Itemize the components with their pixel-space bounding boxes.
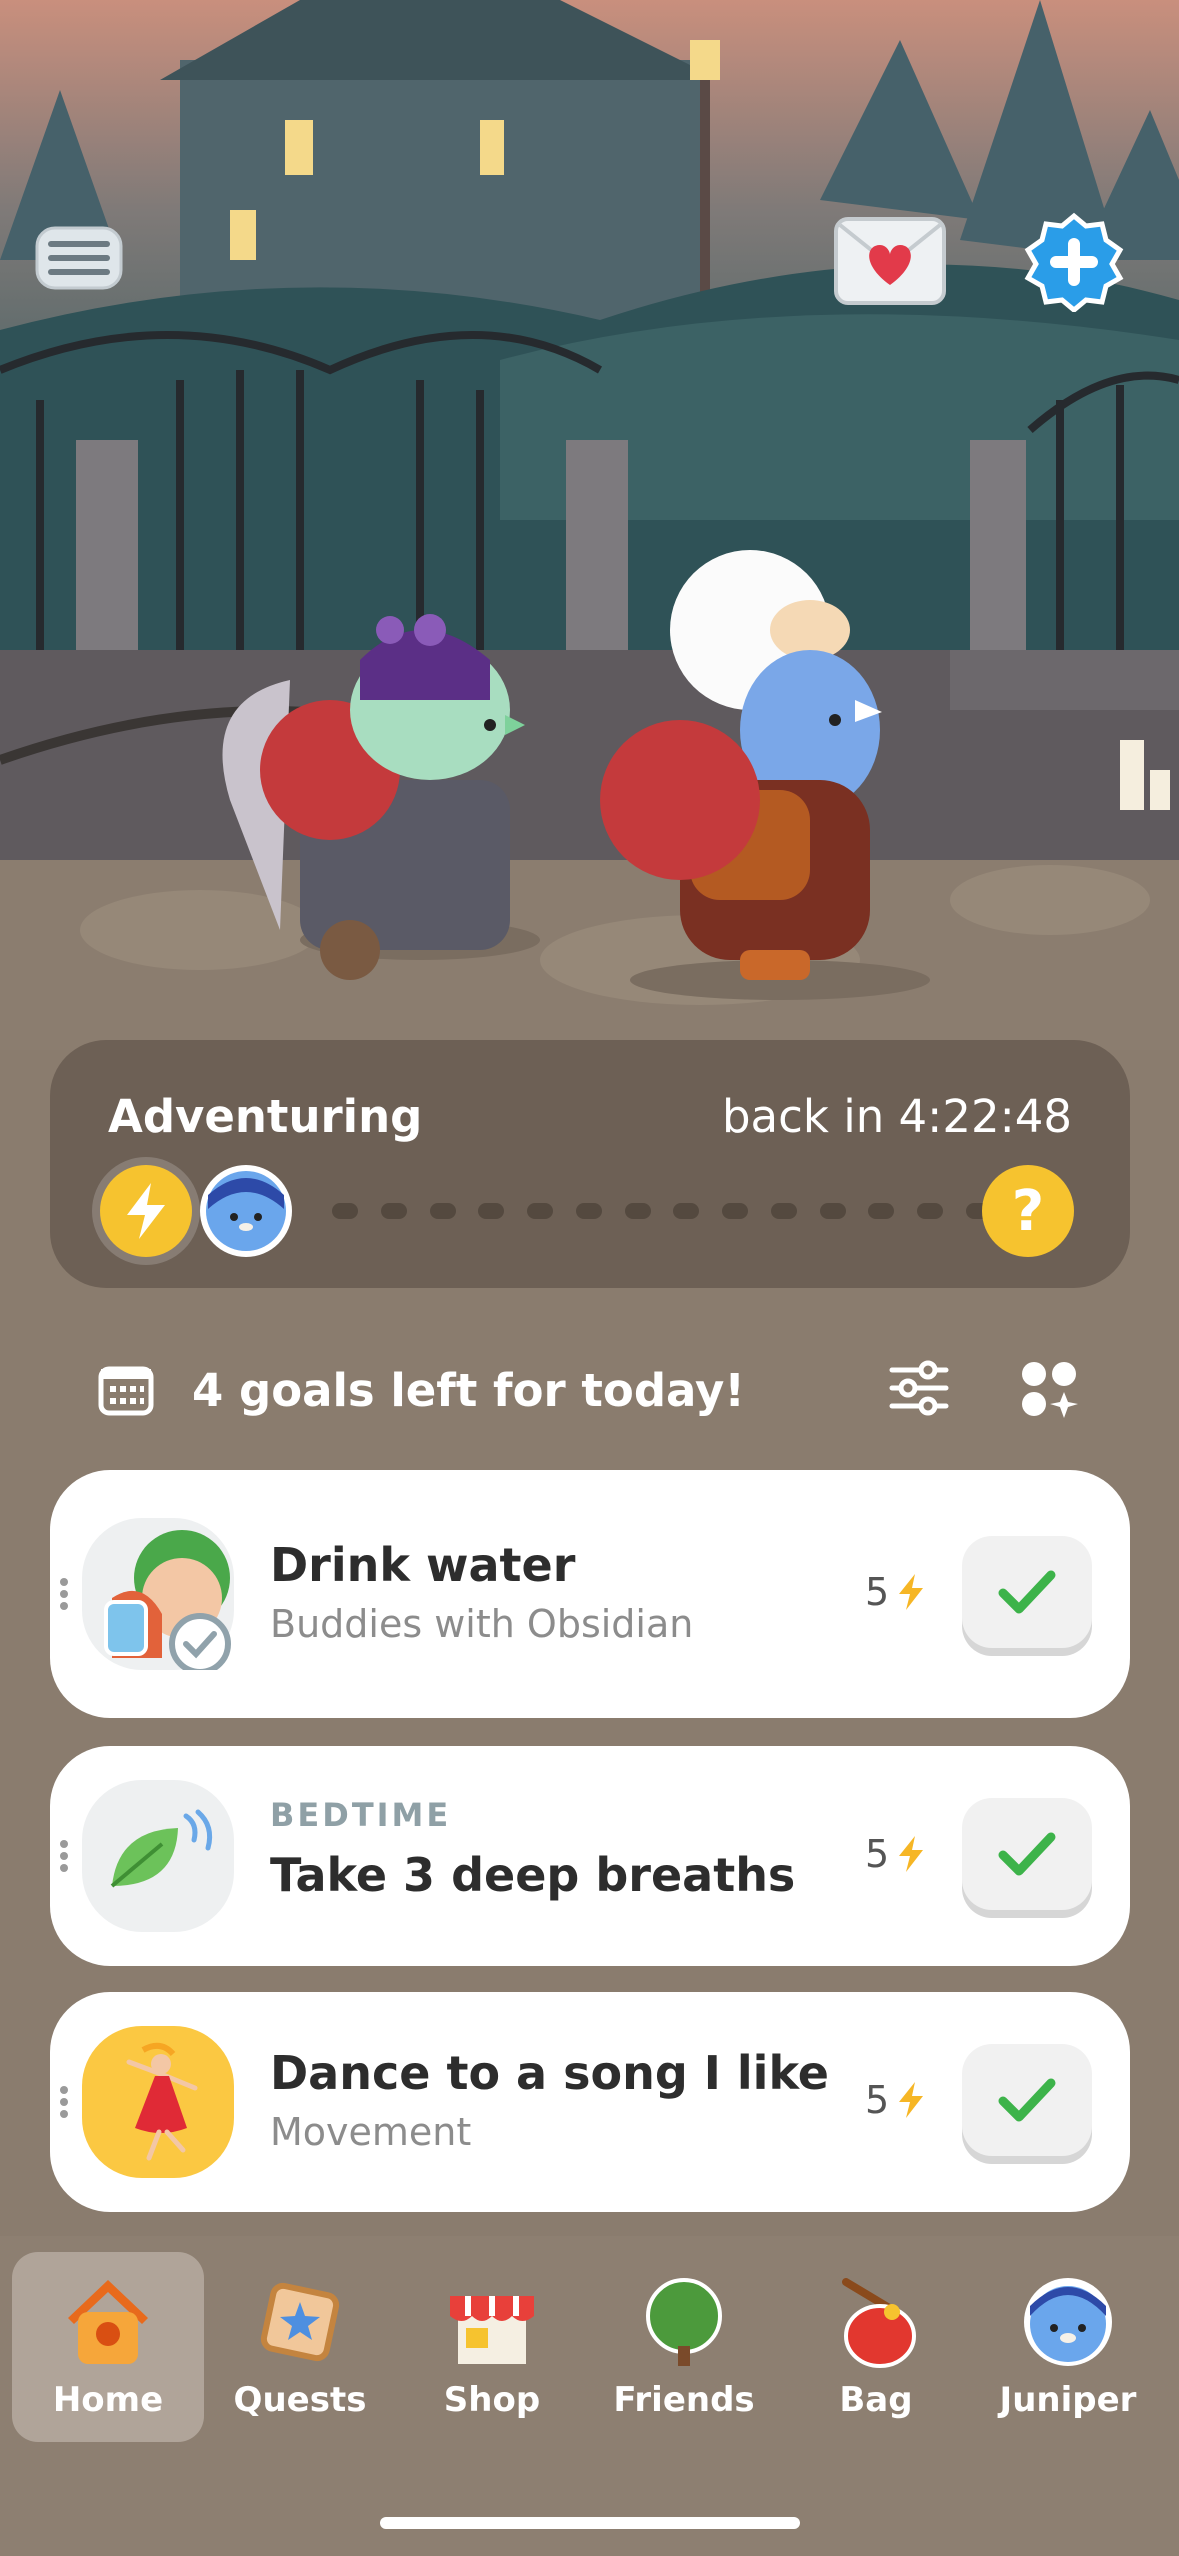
drag-handle[interactable] [60, 1574, 68, 1614]
add-widget-icon[interactable] [1020, 1360, 1078, 1418]
task-points: 5 [865, 1832, 925, 1876]
goals-summary-bar: 4 goals left for today! [0, 1340, 1179, 1440]
checkmark-icon [998, 2078, 1056, 2122]
task-subtitle: Buddies with Obsidian [270, 1602, 694, 1646]
task-title: Dance to a song I like [270, 2046, 830, 2100]
juniper-avatar-icon [1013, 2272, 1123, 2372]
plus-badge-icon [1024, 212, 1124, 312]
task-category: BEDTIME [270, 1796, 452, 1834]
tree-icon [629, 2272, 739, 2372]
checkmark-icon [998, 1832, 1056, 1876]
adventure-timer: back in 4:22:48 [721, 1090, 1072, 1143]
bag-icon [821, 2272, 931, 2372]
complete-task-button[interactable] [962, 2044, 1092, 2156]
hero-scene [0, 0, 1179, 1050]
bottom-tab-bar: Home Quests Shop Friends Bag Juniper [0, 2236, 1179, 2556]
task-title: Drink water [270, 1538, 576, 1592]
dancer-icon [82, 2026, 234, 2178]
lightning-icon [899, 2082, 924, 2118]
garden-gate-illustration [0, 0, 1179, 1050]
adventure-status-panel[interactable]: Adventuring back in 4:22:48 ? [50, 1040, 1130, 1288]
sliders-icon[interactable] [888, 1360, 950, 1416]
task-card[interactable]: Drink water Buddies with Obsidian 5 [50, 1470, 1130, 1718]
tab-bag[interactable]: Bag [780, 2252, 972, 2442]
home-indicator[interactable] [380, 2517, 800, 2529]
tab-label: Shop [443, 2380, 541, 2420]
complete-task-button[interactable] [962, 1536, 1092, 1648]
hamburger-icon [35, 226, 123, 290]
add-friend-button[interactable] [1024, 212, 1124, 312]
water-glass-buddy-icon [82, 1518, 234, 1670]
checkmark-icon [998, 1570, 1056, 1614]
shop-stall-icon [437, 2272, 547, 2372]
task-card[interactable]: BEDTIME Take 3 deep breaths 5 [50, 1746, 1130, 1966]
task-subtitle: Movement [270, 2110, 472, 2154]
juniper-avatar [200, 1165, 292, 1257]
lightning-icon [899, 1574, 924, 1610]
task-points: 5 [865, 2078, 925, 2122]
tab-label: Juniper [999, 2380, 1137, 2420]
tab-home[interactable]: Home [12, 2252, 204, 2442]
tab-quests[interactable]: Quests [204, 2252, 396, 2442]
tab-juniper[interactable]: Juniper [972, 2252, 1164, 2442]
goals-left-text: 4 goals left for today! [192, 1364, 745, 1417]
drag-handle[interactable] [60, 1836, 68, 1876]
task-card[interactable]: Dance to a song I like Movement 5 [50, 1992, 1130, 2212]
tab-shop[interactable]: Shop [396, 2252, 588, 2442]
calendar-icon[interactable] [98, 1366, 154, 1416]
menu-button[interactable] [34, 225, 134, 295]
tab-label: Quests [233, 2380, 367, 2420]
points-value: 5 [865, 1832, 890, 1876]
tab-label: Bag [839, 2380, 913, 2420]
birdhouse-icon [53, 2272, 163, 2372]
complete-task-button[interactable] [962, 1798, 1092, 1910]
points-value: 5 [865, 2078, 890, 2122]
adventure-title: Adventuring [108, 1090, 423, 1143]
task-points: 5 [865, 1570, 925, 1614]
tab-label: Friends [613, 2380, 755, 2420]
heart-envelope-icon [834, 217, 946, 305]
drag-handle[interactable] [60, 2082, 68, 2122]
lightning-icon [100, 1165, 192, 1257]
mail-button[interactable] [832, 215, 948, 307]
tab-friends[interactable]: Friends [588, 2252, 780, 2442]
adventure-progress-track [332, 1203, 992, 1221]
leaf-breeze-icon [82, 1780, 234, 1932]
quest-scroll-icon [245, 2272, 355, 2372]
question-icon[interactable]: ? [982, 1165, 1074, 1257]
lightning-icon [899, 1836, 924, 1872]
tab-label: Home [52, 2380, 164, 2420]
points-value: 5 [865, 1570, 890, 1614]
task-title: Take 3 deep breaths [270, 1848, 796, 1902]
